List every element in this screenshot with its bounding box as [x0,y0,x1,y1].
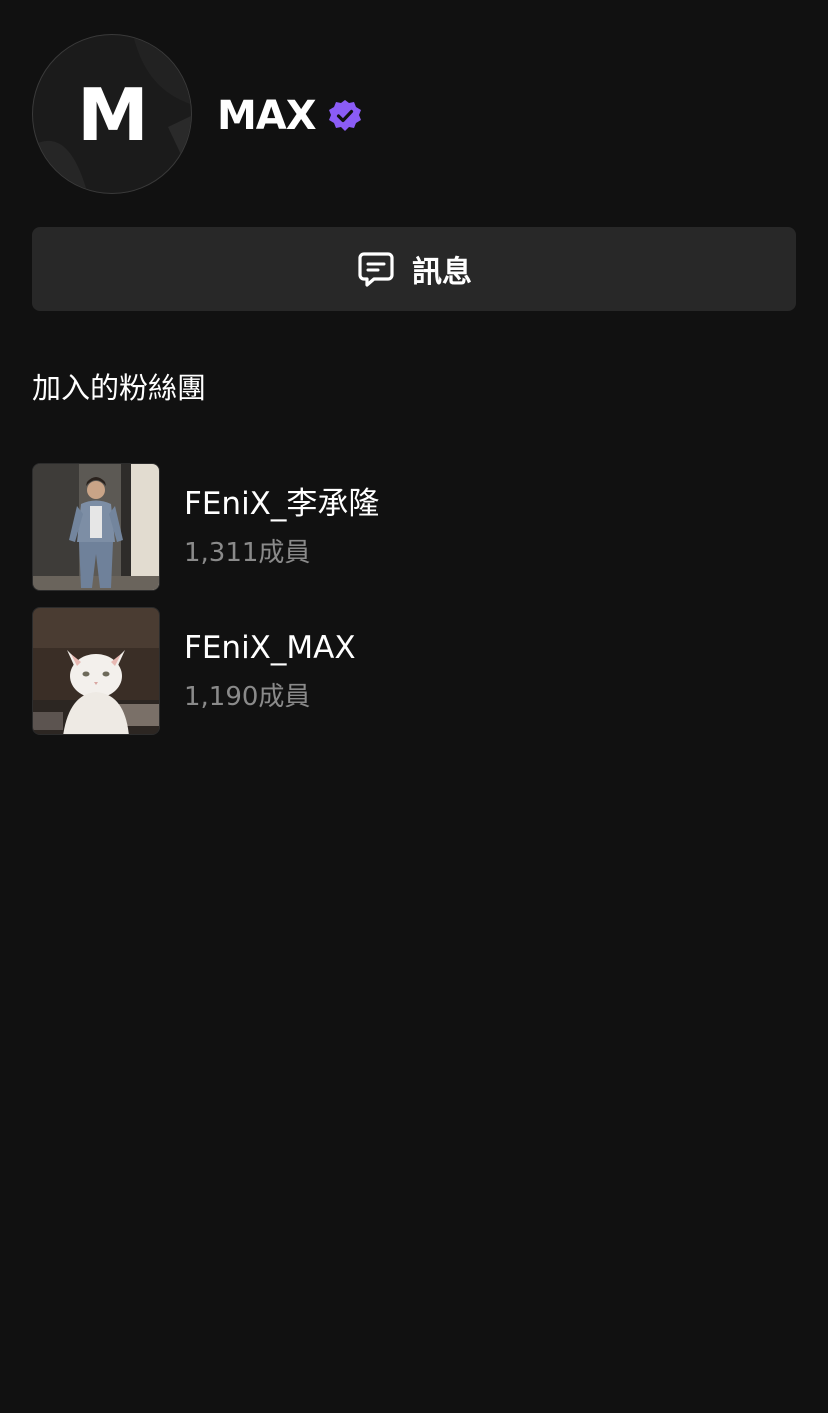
chat-bubble-icon [356,249,396,289]
avatar[interactable]: M [32,34,192,194]
message-button[interactable]: 訊息 [32,227,796,311]
name-row: MAX [217,94,363,138]
fan-club-thumbnail [32,463,160,591]
message-button-label: 訊息 [412,255,472,290]
person-photo-image [33,464,159,590]
fan-club-member-count: 1,311成員 [184,538,311,568]
avatar-letter: M [77,73,149,157]
verified-badge-icon [327,98,363,134]
fan-club-name: FEniX_李承隆 [184,486,380,522]
fan-club-list: FEniX_李承隆 1,311成員 FEniX_MAX 1,190成員 [32,463,796,751]
fan-club-name: FEniX_MAX [184,630,356,666]
fan-club-item[interactable]: FEniX_李承隆 1,311成員 [32,463,796,591]
fan-club-member-count: 1,190成員 [184,682,311,712]
profile-name: MAX [217,93,317,139]
fan-club-item[interactable]: FEniX_MAX 1,190成員 [32,607,796,735]
profile-header: M MAX [32,34,796,196]
white-kitten-photo-image [33,608,159,734]
section-title-fan-clubs: 加入的粉絲團 [32,371,207,405]
fan-club-thumbnail [32,607,160,735]
